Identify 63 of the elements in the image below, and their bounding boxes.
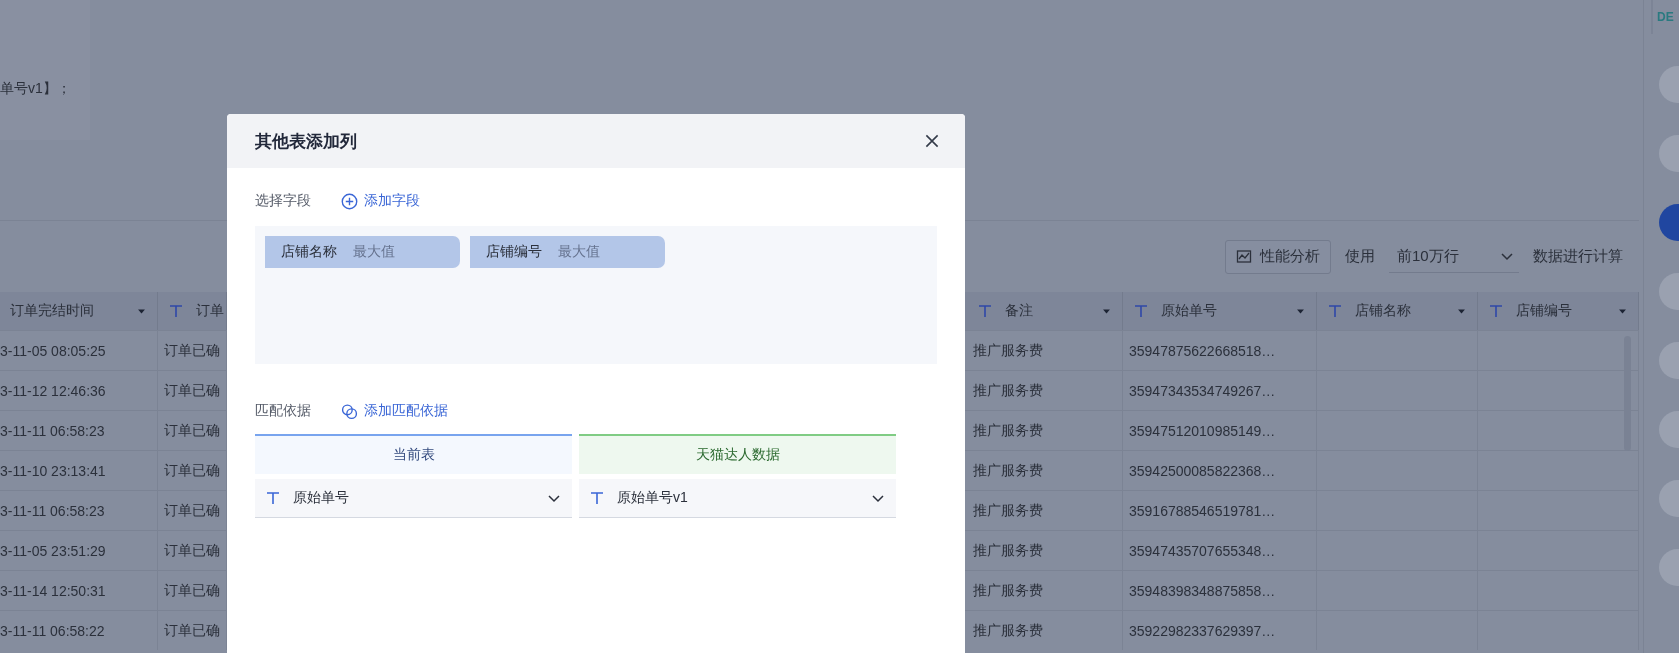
table-cell: 推广服务费 [967,610,1123,650]
table-cell: 3-11-10 23:13:41 [0,450,158,490]
row-limit-select[interactable]: 前10万行 [1389,240,1519,273]
table-cell: 3-11-05 08:05:25 [0,330,158,370]
table-cell: 35922982337629397… [1123,610,1317,650]
table-cell: 推广服务费 [967,450,1123,490]
column-header[interactable]: 原始单号 [1123,292,1317,330]
table-cell: 推广服务费 [967,330,1123,370]
plus-circle-icon [341,192,358,210]
table-cell: 3-11-05 23:51:29 [0,530,158,570]
chip-aggregate: 最大值 [353,243,395,261]
column-header[interactable]: 店铺编号 [1478,292,1639,330]
chip-field-name: 店铺编号 [486,243,542,261]
table-name-header: 当前表 [255,434,572,474]
column-header[interactable]: 店铺名称 [1317,292,1478,330]
section-label: 匹配依据 [255,402,311,420]
performance-analysis-button[interactable]: 性能分析 [1225,239,1331,274]
table-cell: 推广服务费 [967,530,1123,570]
table-cell: 35942500085822368… [1123,450,1317,490]
text-type-icon [1327,303,1343,319]
table-cell: 3-11-11 06:58:23 [0,410,158,450]
use-label: 使用 [1345,247,1375,266]
column-header[interactable]: 订单 [158,292,227,330]
table-cell: 推广服务费 [967,570,1123,610]
text-type-icon [265,490,281,506]
table-cell: 35947343534749267… [1123,370,1317,410]
dialog-title: 其他表添加列 [255,130,357,153]
column-header[interactable]: 备注 [967,292,1123,330]
table-cell: 35947512010985149… [1123,410,1317,450]
close-icon [923,132,941,150]
text-type-icon [977,303,993,319]
table-cell: 推广服务费 [967,490,1123,530]
text-type-icon [589,490,605,506]
table-cell: 3-11-14 12:50:31 [0,570,158,610]
field-chip[interactable]: 店铺名称 最大值 [265,236,460,268]
chip-field-name: 店铺名称 [281,243,337,261]
formula-text: 单号v1】； [0,80,71,98]
table-cell: 推广服务费 [967,410,1123,450]
section-label: 选择字段 [255,192,311,210]
table-cell: 3-11-12 12:46:36 [0,370,158,410]
field-select[interactable]: 原始单号v1 [579,479,896,518]
field-chip[interactable]: 店铺编号 最大值 [470,236,665,268]
close-button[interactable] [923,132,941,150]
add-link[interactable]: 添加字段 [341,192,420,210]
compute-label: 数据进行计算 [1533,247,1623,266]
table-cell: 35948398348875858… [1123,570,1317,610]
text-type-icon [1133,303,1149,319]
field-select[interactable]: 原始单号 [255,479,572,518]
table-cell: 推广服务费 [967,370,1123,410]
chart-icon [1236,248,1252,265]
overlapping-circles-icon [341,402,358,420]
table-name-header: 天猫达人数据 [579,434,896,474]
step-node[interactable] [1659,204,1679,241]
column-header[interactable]: 订单完结时间 [0,292,158,330]
table-cell: 35916788546519781… [1123,490,1317,530]
table-cell: 3-11-11 06:58:22 [0,610,158,650]
add-link[interactable]: 添加匹配依据 [341,402,448,420]
text-type-icon [168,303,184,319]
text-type-icon [1488,303,1504,319]
table-cell: 35947435707655348… [1123,530,1317,570]
table-cell: 35947875622668518… [1123,330,1317,370]
chip-aggregate: 最大值 [558,243,600,261]
table-cell: 3-11-11 06:58:23 [0,490,158,530]
